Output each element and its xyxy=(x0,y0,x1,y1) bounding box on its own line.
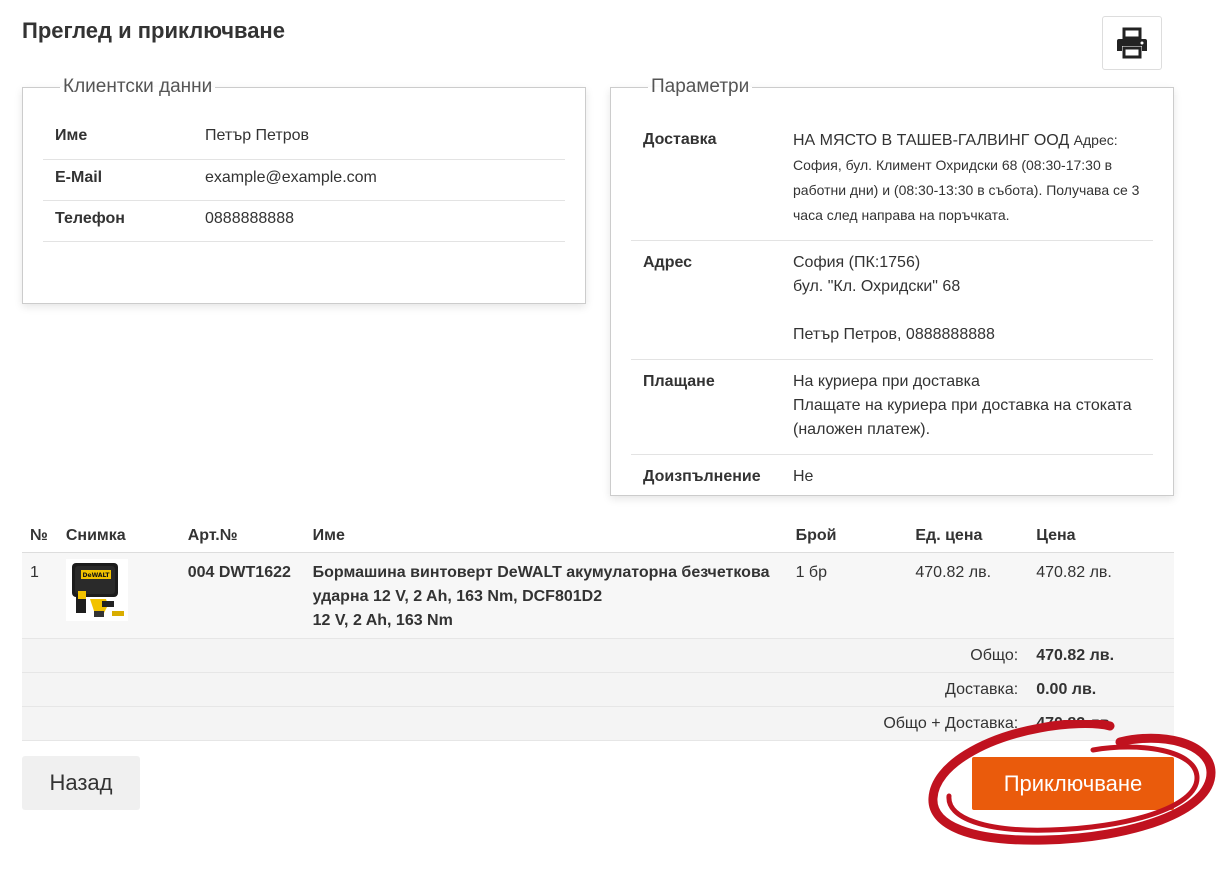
item-number: 1 xyxy=(22,552,58,639)
client-email-label: E-Mail xyxy=(43,159,193,201)
param-row-payment: Плащане На куриера при доставка Плащате … xyxy=(631,359,1153,455)
order-items-table: № Снимка Арт.№ Име Брой Ед. цена Цена 1 … xyxy=(22,520,1174,741)
item-price: 470.82 лв. xyxy=(1028,552,1174,639)
grand-total-value: 470.82 лв. xyxy=(1028,706,1174,741)
items-header-row: № Снимка Арт.№ Име Брой Ед. цена Цена xyxy=(22,520,1174,553)
client-row-name: Име Петър Петров xyxy=(43,118,565,160)
client-phone-label: Телефон xyxy=(43,200,193,242)
payment-label: Плащане xyxy=(631,359,781,455)
total-label: Общо: xyxy=(22,638,1029,673)
total-row: Общо: 470.82 лв. xyxy=(22,638,1174,673)
item-unit-price: 470.82 лв. xyxy=(907,552,1029,639)
address-line-street: бул. "Кл. Охридски" 68 xyxy=(793,278,961,295)
item-sku: 004 DWT1622 xyxy=(179,552,305,639)
client-data-legend: Клиентски данни xyxy=(63,76,213,97)
parameters-table: Доставка НА МЯСТО В ТАШЕВ-ГАЛВИНГ ООД Ад… xyxy=(631,118,1153,501)
address-value: София (ПК:1756) бул. "Кл. Охридски" 68 П… xyxy=(781,240,1153,360)
extra-label: Доизпълнение xyxy=(643,468,761,485)
product-brand-logo: DeWALT xyxy=(82,572,110,579)
col-header-name: Име xyxy=(304,520,788,553)
delivery-value: НА МЯСТО В ТАШЕВ-ГАЛВИНГ ООД Адрес: Софи… xyxy=(781,118,1153,241)
col-header-sku: Арт.№ xyxy=(179,520,305,553)
printer-icon xyxy=(1117,27,1147,59)
payment-method: На куриера при доставка xyxy=(793,373,980,390)
delivery-cost-value: 0.00 лв. xyxy=(1028,672,1174,707)
address-line-city: София (ПК:1756) xyxy=(793,254,921,271)
print-button[interactable] xyxy=(1102,16,1162,70)
param-row-delivery: Доставка НА МЯСТО В ТАШЕВ-ГАЛВИНГ ООД Ад… xyxy=(631,118,1153,241)
client-email-value: example@example.com xyxy=(193,159,565,201)
col-header-unit-price: Ед. цена xyxy=(907,520,1029,553)
client-data-table: Име Петър Петров E-Mail example@example.… xyxy=(43,118,565,242)
product-image[interactable]: DeWALT xyxy=(65,559,128,621)
address-line-recipient: Петър Петров, 0888888888 xyxy=(793,326,995,343)
address-label: Адрес xyxy=(631,240,781,360)
item-name-cell: Бормашина винтоверт DeWALT акумулаторна … xyxy=(304,552,788,639)
param-row-address: Адрес София (ПК:1756) бул. "Кл. Охридски… xyxy=(631,240,1153,360)
total-value: 470.82 лв. xyxy=(1028,638,1174,673)
client-data-panel: Клиентски данни Име Петър Петров E-Mail … xyxy=(22,76,586,304)
extra-value: Не xyxy=(793,468,814,485)
client-name-label: Име xyxy=(43,118,193,160)
client-row-phone: Телефон 0888888888 xyxy=(43,200,565,242)
grand-total-row: Общо + Доставка: 470.82 лв. xyxy=(22,706,1174,741)
finish-order-button[interactable]: Приключване xyxy=(972,757,1174,810)
payment-description: Плащате на куриера при доставка на стока… xyxy=(793,397,1132,438)
parameters-panel: Параметри Доставка НА МЯСТО В ТАШЕВ-ГАЛВ… xyxy=(610,76,1174,496)
back-button[interactable]: Назад xyxy=(22,756,140,810)
item-qty: 1 бр xyxy=(787,552,908,639)
item-name: Бормашина винтоверт DeWALT акумулаторна … xyxy=(312,564,770,605)
param-row-extra: Доизпълнение Не xyxy=(631,455,1153,502)
col-header-price: Цена xyxy=(1028,520,1174,553)
client-phone-value: 0888888888 xyxy=(193,200,565,242)
payment-value: На куриера при доставка Плащате на курие… xyxy=(781,359,1153,455)
col-header-qty: Брой xyxy=(787,520,908,553)
delivery-label: Доставка xyxy=(631,118,781,241)
item-spec: 12 V, 2 Ah, 163 Nm xyxy=(312,612,453,629)
client-row-email: E-Mail example@example.com xyxy=(43,159,565,201)
delivery-method-name: НА МЯСТО В ТАШЕВ-ГАЛВИНГ ООД xyxy=(793,132,1070,149)
client-name-value: Петър Петров xyxy=(193,118,565,160)
col-header-photo: Снимка xyxy=(57,520,180,553)
delivery-cost-row: Доставка: 0.00 лв. xyxy=(22,672,1174,707)
grand-total-label: Общо + Доставка: xyxy=(22,706,1029,741)
page-title: Преглед и приключване xyxy=(22,18,285,43)
col-header-number: № xyxy=(22,520,58,553)
parameters-legend: Параметри xyxy=(651,76,750,97)
item-photo-cell: DeWALT xyxy=(57,552,180,639)
table-row: 1 DeWALT 004 DWT1622 Бормашина винтоверт… xyxy=(22,552,1174,639)
delivery-cost-label: Доставка: xyxy=(22,672,1029,707)
